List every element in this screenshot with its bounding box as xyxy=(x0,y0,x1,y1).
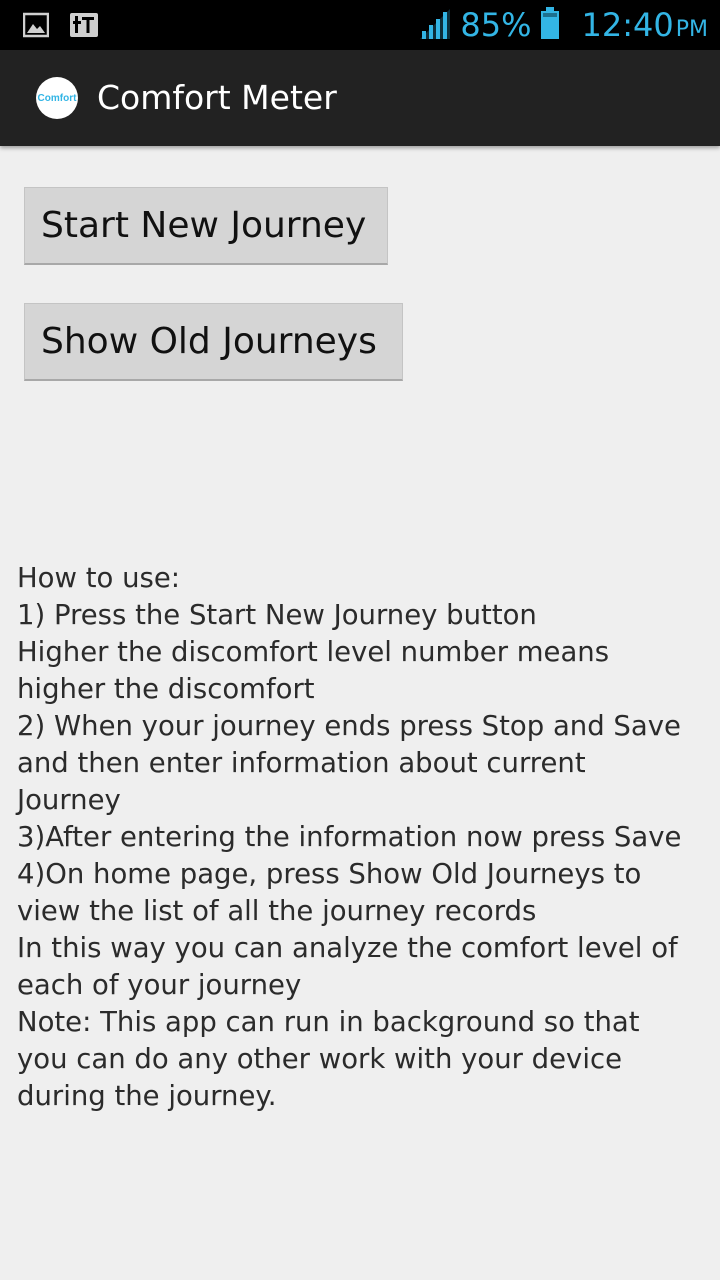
instructions-text: How to use: 1) Press the Start New Journ… xyxy=(17,560,707,1115)
instruction-line: 2) When your journey ends press Stop and… xyxy=(17,710,681,742)
app-logo-icon[interactable]: Comfort xyxy=(36,77,78,119)
show-old-journeys-button[interactable]: Show Old Journeys xyxy=(24,303,403,381)
instruction-line: 1) Press the Start New Journey button xyxy=(17,599,537,631)
action-bar: Comfort Comfort Meter xyxy=(0,50,720,146)
instruction-line: Higher the discomfort level number means xyxy=(17,636,610,668)
tt-icon xyxy=(70,12,98,38)
instruction-line: and then enter information about current xyxy=(17,747,586,779)
clock-time: 12:40 xyxy=(581,6,674,44)
battery-icon xyxy=(540,7,560,43)
start-new-journey-button[interactable]: Start New Journey xyxy=(24,187,388,265)
page-title: Comfort Meter xyxy=(97,78,337,117)
signal-icon xyxy=(420,7,452,43)
clock-ampm: PM xyxy=(675,17,708,42)
instruction-line: you can do any other work with your devi… xyxy=(17,1043,623,1075)
instruction-line: Journey xyxy=(17,784,121,816)
instruction-line: In this way you can analyze the comfort … xyxy=(17,932,678,964)
status-bar: 85% 12:40PM xyxy=(0,0,720,50)
instruction-line: How to use: xyxy=(17,562,181,594)
battery-percent: 85% xyxy=(460,6,532,44)
instruction-line: Note: This app can run in background so … xyxy=(17,1006,640,1038)
instruction-line: 4)On home page, press Show Old Journeys … xyxy=(17,858,642,890)
clock: 12:40PM xyxy=(582,6,708,44)
instruction-line: higher the discomfort xyxy=(17,673,315,705)
app-logo-text: Comfort xyxy=(37,92,77,104)
instruction-line: 3)After entering the information now pre… xyxy=(17,821,682,853)
instruction-line: during the journey. xyxy=(17,1080,277,1112)
instruction-line: each of your journey xyxy=(17,969,302,1001)
image-icon xyxy=(22,12,50,38)
instruction-line: view the list of all the journey records xyxy=(17,895,537,927)
